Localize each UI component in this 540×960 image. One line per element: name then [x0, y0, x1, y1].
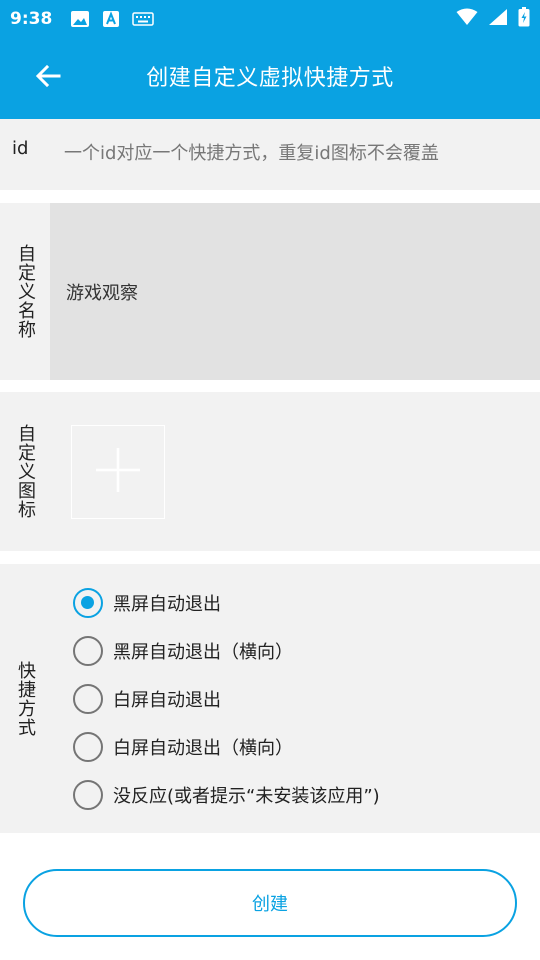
id-input[interactable] [64, 133, 530, 173]
create-button[interactable]: 创建 [23, 869, 517, 937]
mode-label-wrap: 快捷方式 [0, 564, 50, 833]
mode-option-label: 没反应(或者提示“未安装该应用”) [113, 786, 380, 807]
back-button[interactable] [30, 60, 66, 96]
wifi-icon [456, 8, 478, 30]
radio-unchecked-icon [73, 684, 103, 714]
mode-option[interactable]: 白屏自动退出 [73, 683, 221, 715]
page-title: 创建自定义虚拟快捷方式 [146, 66, 394, 91]
app-bar: 9:38 创建自定义虚拟快捷方式 [0, 0, 540, 119]
id-label: id [12, 138, 29, 159]
arrow-left-icon [35, 64, 61, 92]
image-icon [70, 10, 90, 28]
id-section: id [0, 119, 540, 190]
name-input[interactable]: 游戏观察 [50, 203, 540, 380]
mode-option[interactable]: 没反应(或者提示“未安装该应用”) [73, 779, 380, 811]
a-keyboard-icon [102, 10, 120, 28]
icon-label-wrap: 自定义图标 [0, 392, 50, 551]
name-label: 自定义名称 [15, 244, 36, 339]
radio-unchecked-icon [73, 732, 103, 762]
name-label-wrap: 自定义名称 [0, 203, 50, 380]
name-section: 自定义名称 游戏观察 [0, 203, 540, 380]
mode-option-label: 黑屏自动退出（横向） [113, 642, 293, 663]
signal-icon [488, 8, 508, 30]
mode-option-label: 白屏自动退出（横向） [113, 738, 293, 759]
mode-option[interactable]: 黑屏自动退出 [73, 587, 221, 619]
keyboard-icon [132, 12, 155, 26]
mode-option[interactable]: 黑屏自动退出（横向） [73, 635, 293, 667]
radio-checked-icon [73, 588, 103, 618]
icon-picker-button[interactable] [71, 425, 165, 519]
radio-unchecked-icon [73, 636, 103, 666]
mode-option[interactable]: 白屏自动退出（横向） [73, 731, 293, 763]
plus-icon [94, 446, 142, 498]
mode-option-label: 黑屏自动退出 [113, 594, 221, 615]
radio-unchecked-icon [73, 780, 103, 810]
mode-label: 快捷方式 [15, 660, 36, 737]
mode-option-label: 白屏自动退出 [113, 690, 221, 711]
status-bar: 9:38 [0, 0, 540, 38]
status-time: 9:38 [10, 9, 53, 29]
battery-icon [518, 7, 530, 31]
toolbar: 创建自定义虚拟快捷方式 [0, 38, 540, 119]
icon-label: 自定义图标 [15, 424, 36, 519]
